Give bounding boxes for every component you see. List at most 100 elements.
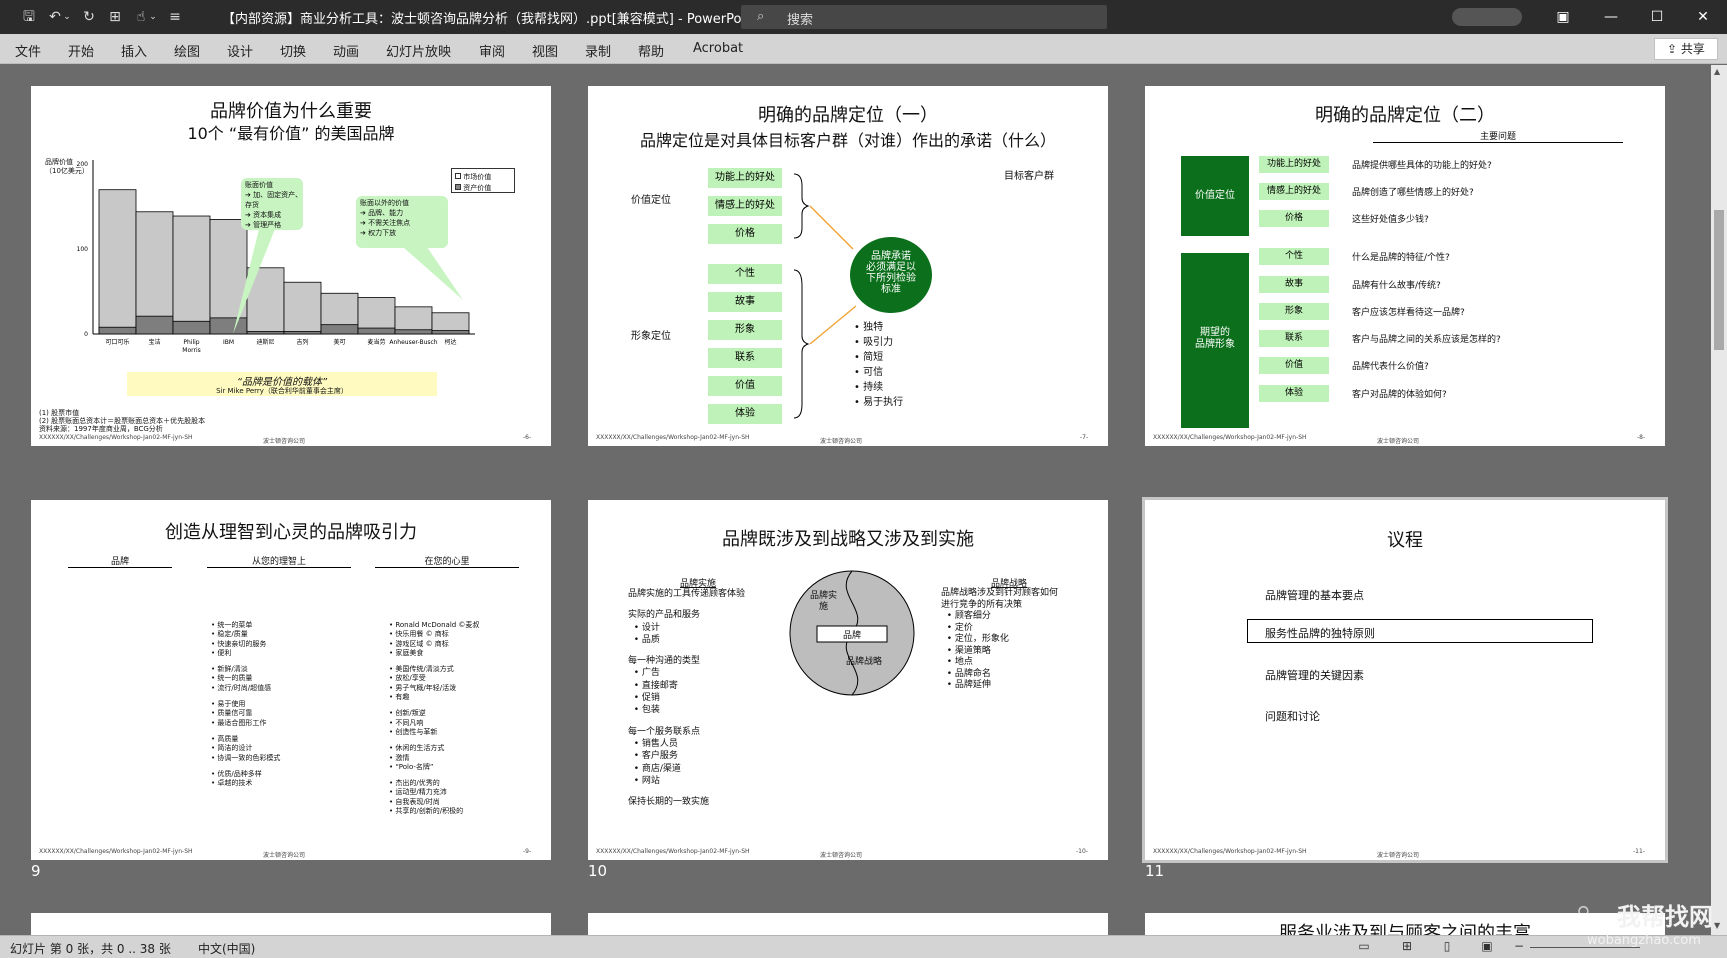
slide-sorter: 品牌价值为什么重要 10个 “最有价值” 的美国品牌 品牌价值 （10亿美元） … <box>0 65 1711 935</box>
list-line: • 稳定/质量 <box>211 630 248 639</box>
x-tick-label: Morris <box>182 347 200 354</box>
brand-image-block: 期望的 品牌形象 <box>1181 253 1249 428</box>
bar-asset-value <box>246 331 285 335</box>
slide-thumbnail-7[interactable]: 明确的品牌定位（一） 品牌定位是对具体目标客户群（对谁）作出的承诺（什么） 目标… <box>588 86 1108 446</box>
share-icon: ⇪ <box>1667 42 1681 56</box>
vertical-scrollbar[interactable]: ▲ ▼ <box>1711 65 1727 935</box>
tab-animations[interactable]: 动画 <box>333 41 359 60</box>
bar-asset-value <box>283 331 322 335</box>
dimension-box: 个性 <box>1259 248 1329 265</box>
dimension-box: 情感上的好处 <box>1259 183 1329 200</box>
y-tick-label: 200 <box>77 161 89 168</box>
list-line <box>211 763 280 770</box>
list-line: • 共享的/创新的/积极的 <box>389 807 464 816</box>
tab-view[interactable]: 视图 <box>532 41 558 60</box>
reading-view-icon[interactable]: ▯ <box>1438 939 1456 955</box>
bar-asset-value <box>320 324 359 335</box>
tab-record[interactable]: 录制 <box>585 41 611 60</box>
minimize-button[interactable]: — <box>1588 0 1634 34</box>
slide-thumbnail-13[interactable] <box>588 913 1108 935</box>
slide-page: -11- <box>1633 848 1645 855</box>
restore-button[interactable]: ☐ <box>1634 0 1680 34</box>
tab-file[interactable]: 文件 <box>15 41 41 60</box>
tab-draw[interactable]: 绘图 <box>174 41 200 60</box>
column-header: 在您的心里 <box>375 554 519 568</box>
touch-dropdown-icon[interactable]: ⌄ <box>148 7 158 27</box>
brand-promise-circle: 品牌承诺 必须满足以 下所列检验 标准 <box>850 237 932 313</box>
bar-market-value <box>209 219 248 335</box>
slide-thumbnail-12[interactable] <box>31 913 551 935</box>
normal-view-icon[interactable]: ▭ <box>1355 939 1373 955</box>
chart-legend: 市场价值 资产价值 <box>451 168 515 193</box>
slide-thumbnail-10[interactable]: 品牌既涉及到战略又涉及到实施 品牌实施 品牌实施的工具传递顾客体验 实际的产品和服… <box>588 500 1108 860</box>
slide-company: 波士顿咨询公司 <box>820 438 863 445</box>
zoom-out-icon[interactable]: − <box>1510 939 1528 955</box>
slide-page: -9- <box>523 848 532 855</box>
promise-criteria-list: • 独特 • 吸引力 • 简短 • 可信 • 持续 • 易于执行 <box>854 322 904 408</box>
tab-help[interactable]: 帮助 <box>638 41 664 60</box>
y-tick-label: 100 <box>77 246 89 253</box>
account-area[interactable] <box>1452 8 1522 26</box>
slide-footer: XXXXXX/XX/Challenges/Workshop-Jan02-MF-j… <box>39 434 193 441</box>
dimension-box: 故事 <box>1259 276 1329 293</box>
search-icon: ⌕ <box>757 9 765 24</box>
language-indicator[interactable]: 中文(中国) <box>198 940 255 957</box>
tab-design[interactable]: 设计 <box>227 41 253 60</box>
bar-asset-value <box>172 320 211 335</box>
slide-company: 波士顿咨询公司 <box>1377 852 1420 859</box>
watermark-title: 我帮找网 <box>1617 903 1713 931</box>
scrollbar-thumb[interactable] <box>1714 210 1724 350</box>
bar-asset-value <box>357 327 396 335</box>
tab-home[interactable]: 开始 <box>68 41 94 60</box>
list-line: • 最适合图形工作 <box>211 718 267 727</box>
slide-thumbnail-8[interactable]: 明确的品牌定位（二） 主要问题 价值定位 期望的 品牌形象 功能上的好处 品牌提供… <box>1145 86 1665 446</box>
share-button[interactable]: ⇪ 共享 <box>1654 38 1718 60</box>
key-question: 什么是品牌的特征/个性? <box>1352 253 1450 263</box>
tab-acrobat[interactable]: Acrobat <box>693 41 743 56</box>
undo-dropdown-icon[interactable]: ⌄ <box>62 7 72 27</box>
x-tick-label: 吉列 <box>296 338 308 346</box>
document-title: 【内部资源】商业分析工具：波士顿咨询品牌分析（我帮找网）.ppt[兼容模式] -… <box>222 12 759 27</box>
slide-page: -8- <box>1637 434 1646 441</box>
present-icon[interactable]: ⊞ <box>104 7 126 27</box>
list-line: • 流行/时尚/超值感 <box>211 683 272 692</box>
list-line: • 统一的质量 <box>211 674 253 683</box>
list-line: • 易于使用 <box>211 700 246 709</box>
slide-count: 幻灯片 第 0 张，共 0 .. 38 张 <box>10 942 171 956</box>
slide-title: 议程 <box>1387 530 1423 551</box>
list-line: • 快乐用餐 © 商标 <box>389 630 449 639</box>
redo-icon[interactable]: ↻ <box>78 7 100 27</box>
agenda-item: 品牌管理的关键因素 <box>1265 669 1364 682</box>
agenda-item: 问题和讨论 <box>1265 710 1320 723</box>
brand-circle-diagram <box>789 570 915 696</box>
slide-thumbnail-11[interactable]: 议程 品牌管理的基本要点 服务性品牌的独特原则 品牌管理的关键因素 问题和讨论 … <box>1142 497 1668 863</box>
y-tick-label: 0 <box>84 331 88 338</box>
close-button[interactable]: ✕ <box>1680 0 1726 34</box>
save-icon[interactable]: 🖫 <box>18 7 40 27</box>
key-question: 客户应该怎样看待这一品牌? <box>1352 308 1465 318</box>
slide-number: 9 <box>31 862 41 880</box>
callout-pointer <box>403 247 463 300</box>
slide-thumbnail-9[interactable]: 创造从理智到心灵的品牌吸引力 品牌 从您的理智上 在您的心里 • 统一的菜单 • … <box>31 500 551 860</box>
list-line: • 创新/叛逆 <box>389 709 426 718</box>
key-question: 品牌提供哪些具体的功能上的好处? <box>1352 161 1492 171</box>
slide-company: 波士顿咨询公司 <box>820 852 863 859</box>
customize-qat-icon[interactable]: ≡ <box>164 7 186 27</box>
watermark-url: wobangzhao.com <box>1587 933 1701 948</box>
tab-insert[interactable]: 插入 <box>121 41 147 60</box>
ribbon-display-options-icon[interactable]: ▣ <box>1540 0 1586 34</box>
scroll-up-icon[interactable]: ▲ <box>1714 67 1720 76</box>
slide-thumbnail-6[interactable]: 品牌价值为什么重要 10个 “最有价值” 的美国品牌 品牌价值 （10亿美元） … <box>31 86 551 446</box>
list-line: • 协调一致的色彩模式 <box>211 753 281 762</box>
legend-item: 市场价值 <box>455 172 491 182</box>
bar-market-value <box>172 215 211 335</box>
agenda-item: 服务性品牌的独特原则 <box>1265 627 1375 640</box>
tab-review[interactable]: 审阅 <box>479 41 505 60</box>
x-tick-label: 柯达 <box>444 338 456 346</box>
slide-sorter-view-icon[interactable]: ⊞ <box>1398 939 1416 955</box>
search-input[interactable]: ⌕ 搜索 <box>741 5 1107 29</box>
tab-slideshow[interactable]: 幻灯片放映 <box>386 41 451 60</box>
slideshow-view-icon[interactable]: ▣ <box>1478 939 1496 955</box>
slide-footer: XXXXXX/XX/Challenges/Workshop-Jan02-MF-j… <box>1153 848 1307 855</box>
tab-transitions[interactable]: 切换 <box>280 41 306 60</box>
